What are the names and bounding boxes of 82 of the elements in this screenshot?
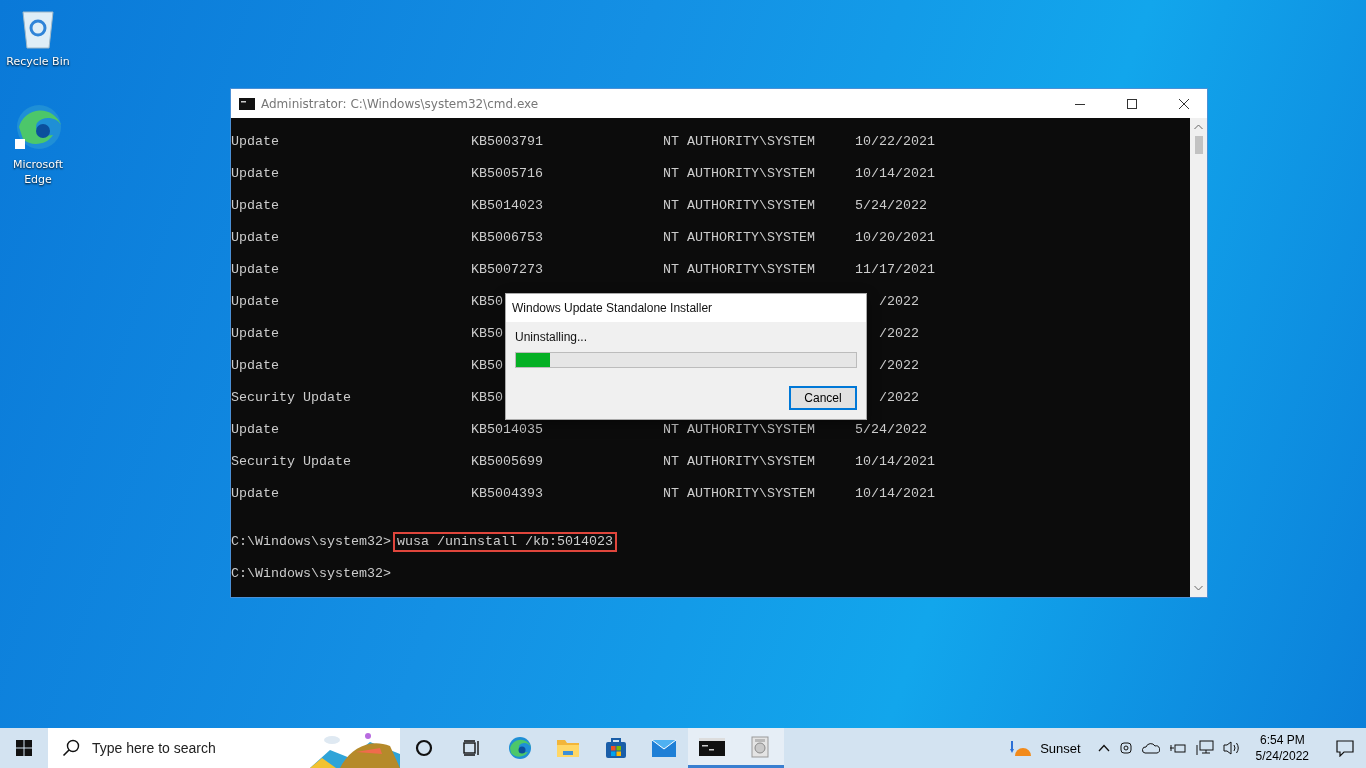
console-text: Update: [231, 358, 279, 374]
console-text: NT AUTHORITY\SYSTEM: [663, 262, 815, 278]
console-text: Update: [231, 262, 279, 278]
console-text: Update: [231, 422, 279, 438]
chevron-up-icon[interactable]: [1097, 744, 1110, 752]
highlighted-command: wusa /uninstall /kb:5014023: [394, 534, 615, 550]
console-text: Security Update: [231, 454, 351, 470]
cloud-icon[interactable]: [1141, 742, 1160, 754]
console-text: /2022: [879, 390, 919, 406]
installer-icon: [749, 734, 771, 759]
console-prompt: C:\Windows\system32>: [231, 534, 391, 550]
console-text: 5/24/2022: [855, 198, 927, 214]
console-text: KB5005699: [471, 454, 543, 470]
console-text: 10/20/2021: [855, 230, 935, 246]
speaker-icon[interactable]: [1222, 740, 1241, 756]
search-icon: [62, 739, 80, 757]
console-text: KB5006753: [471, 230, 543, 246]
clock-date[interactable]: 5/24/2022: [1255, 748, 1309, 764]
console-text: NT AUTHORITY\SYSTEM: [663, 454, 815, 470]
scrollbar[interactable]: [1190, 118, 1207, 597]
console-prompt: C:\Windows\system32>: [231, 566, 391, 581]
status-text: Uninstalling...: [515, 330, 589, 344]
maximize-icon[interactable]: [1126, 97, 1138, 110]
console-text: 11/17/2021: [855, 262, 935, 278]
console-text: NT AUTHORITY\SYSTEM: [663, 422, 815, 438]
console-text: KB50: [471, 358, 503, 374]
console-text: 10/22/2021: [855, 134, 935, 150]
console-text: NT AUTHORITY\SYSTEM: [663, 486, 815, 502]
search-box[interactable]: Type here to search: [48, 728, 400, 768]
console-text: Update: [231, 134, 279, 150]
console-text: Update: [231, 294, 279, 310]
dialog-title: Windows Update Standalone Installer: [506, 294, 866, 322]
cancel-button[interactable]: Cancel: [789, 386, 857, 410]
taskbar-app-button[interactable]: [688, 728, 736, 768]
clock-time[interactable]: 6:54 PM: [1259, 732, 1305, 748]
notification-icon[interactable]: [1336, 739, 1354, 757]
console-icon: [699, 737, 725, 756]
console-text: /2022: [879, 326, 919, 342]
edge-icon: [508, 736, 532, 760]
console-text: KB5003791: [471, 134, 543, 150]
folder-icon: [556, 737, 580, 759]
console-text: Update: [231, 326, 279, 342]
console-text: KB50: [471, 294, 503, 310]
console-text: KB5014023: [471, 198, 543, 214]
search-field[interactable]: Type here to search: [90, 739, 300, 757]
console-text: Update: [231, 230, 279, 246]
console-text: Update: [231, 486, 279, 502]
desktop-icon-label[interactable]: Recycle Bin: [2, 54, 74, 69]
desktop-icon-label[interactable]: Microsoft Edge: [2, 157, 74, 187]
console-text: KB50: [471, 390, 503, 406]
console-icon: [239, 97, 255, 110]
console-text: KB5007273: [471, 262, 543, 278]
console-text: NT AUTHORITY\SYSTEM: [663, 230, 815, 246]
console-text: Security Update: [231, 390, 351, 406]
task-view-icon: [463, 740, 481, 756]
console-text: KB50: [471, 326, 503, 342]
console-text: /2022: [879, 358, 919, 374]
console-text: Update: [231, 166, 279, 182]
window-title: Administrator: C:\Windows\system32\cmd.exe: [261, 96, 539, 111]
close-icon[interactable]: [1178, 97, 1190, 110]
weather-sun-icon[interactable]: [1009, 739, 1032, 757]
console-text: 10/14/2021: [855, 486, 935, 502]
console-text: KB5004393: [471, 486, 543, 502]
console-text: NT AUTHORITY\SYSTEM: [663, 166, 815, 182]
console-text: 10/14/2021: [855, 454, 935, 470]
envelope-icon: [651, 738, 677, 758]
console-text: /2022: [879, 294, 919, 310]
circle-icon: [415, 739, 433, 757]
store-icon: [605, 737, 627, 759]
camera-icon[interactable]: [1118, 740, 1133, 756]
console-text: KB5014035: [471, 422, 543, 438]
network-icon[interactable]: [1195, 740, 1214, 756]
console-text: 5/24/2022: [855, 422, 927, 438]
console-text: Update: [231, 198, 279, 214]
weather-text[interactable]: Sunset: [1040, 740, 1081, 756]
console-text: 10/14/2021: [855, 166, 935, 182]
battery-plug-icon[interactable]: [1168, 741, 1187, 755]
windows-start-icon[interactable]: [16, 740, 32, 756]
console-text: NT AUTHORITY\SYSTEM: [663, 134, 815, 150]
console-text: NT AUTHORITY\SYSTEM: [663, 198, 815, 214]
console-text: KB5005716: [471, 166, 543, 182]
scroll-thumb[interactable]: [1194, 136, 1203, 154]
